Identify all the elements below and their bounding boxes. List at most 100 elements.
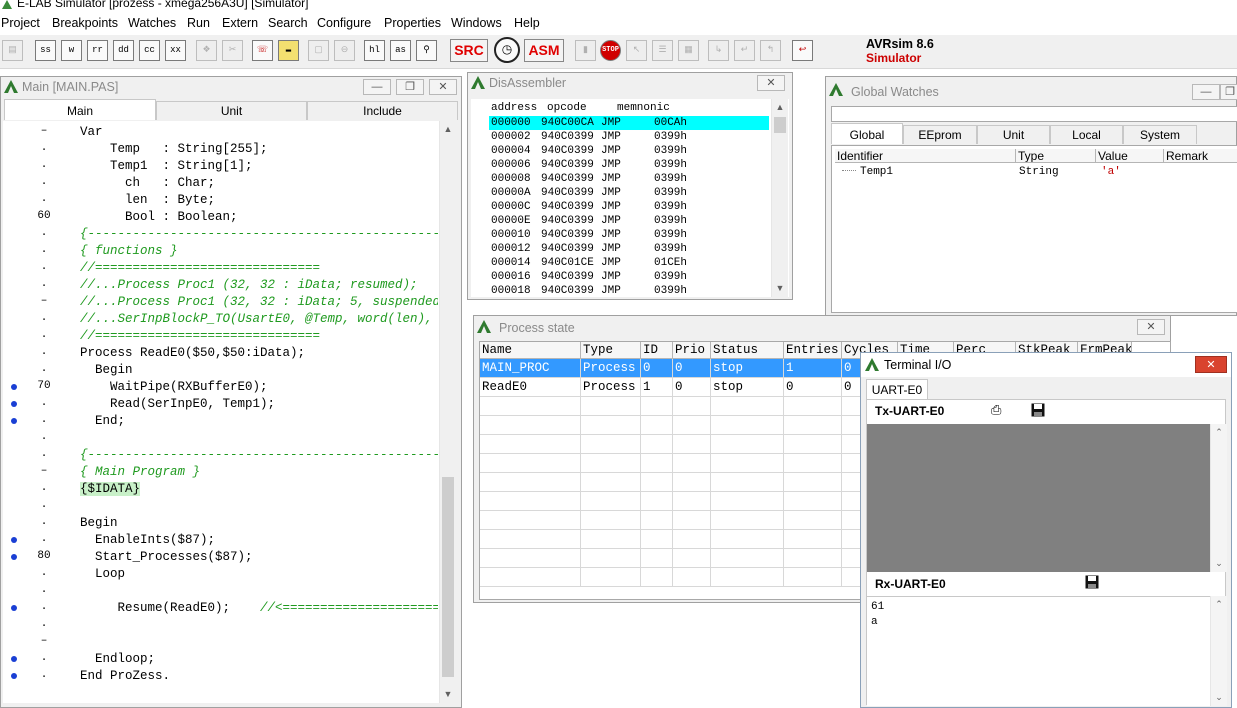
code-line[interactable]: //...Process Proc1 (32, 32 : iData; resu… [80, 277, 438, 294]
process-cell[interactable]: 0 [641, 359, 673, 378]
code-line[interactable]: { functions } [80, 243, 438, 260]
breakpoint-icon[interactable] [11, 537, 17, 543]
printer-icon[interactable]: ⎙ [991, 402, 1001, 418]
code-line[interactable]: Process ReadE0($50,$50:iData); [80, 345, 438, 362]
as-tool-icon[interactable]: as [390, 40, 411, 61]
gutter-line[interactable]: . [3, 277, 77, 294]
menu-watches[interactable]: Watches [128, 16, 176, 30]
gutter-line[interactable]: . [3, 566, 77, 583]
gutter-line[interactable]: . [3, 498, 77, 515]
save-icon[interactable] [1031, 403, 1045, 417]
gutter-line[interactable]: 60 [3, 209, 77, 226]
disassembler-row[interactable]: 000010 940C0399 JMP 0399h [489, 228, 769, 242]
gutter-line[interactable]: . [3, 413, 77, 430]
breakpoint-icon[interactable] [11, 418, 17, 424]
code-line[interactable]: //...Process Proc1 (32, 32 : iData; 5, s… [80, 294, 438, 311]
code-line[interactable]: Loop [80, 566, 438, 583]
process-cell[interactable]: stop [711, 378, 784, 397]
code-line[interactable] [80, 430, 438, 447]
rx-scrollbar[interactable]: ⌃ ⌄ [1210, 596, 1227, 706]
gutter-line[interactable]: . [3, 243, 77, 260]
code-line[interactable]: EnableInts($87); [80, 532, 438, 549]
watches-minimize-button[interactable]: — [1192, 84, 1220, 100]
menu-run[interactable]: Run [187, 16, 210, 30]
scroll-thumb[interactable] [774, 117, 786, 133]
rx-terminal-area[interactable]: 61 a [867, 596, 1210, 706]
scroll-down-icon[interactable]: ▼ [440, 686, 456, 702]
step-out-icon[interactable]: ↰ [760, 40, 781, 61]
step-into-icon[interactable]: ↳ [708, 40, 729, 61]
scroll-up-icon[interactable]: ▲ [772, 99, 788, 115]
minimize-button[interactable]: — [363, 79, 391, 95]
menu-windows[interactable]: Windows [451, 16, 502, 30]
code-line[interactable]: { Main Program } [80, 464, 438, 481]
clock-icon[interactable]: ◷ [494, 37, 520, 63]
disassembler-row[interactable]: 00000A 940C0399 JMP 0399h [489, 186, 769, 200]
code-line[interactable]: WaitPipe(RXBufferE0); [80, 379, 438, 396]
gutter-line[interactable]: . [3, 515, 77, 532]
dd-button[interactable]: dd [113, 40, 134, 61]
gutter-line[interactable]: . [3, 328, 77, 345]
scroll-down-icon[interactable]: ⌄ [1211, 689, 1227, 705]
process-cell[interactable]: 0 [673, 359, 711, 378]
tab-unit[interactable]: Unit [977, 125, 1050, 144]
gutter-line[interactable]: 70 [3, 379, 77, 396]
gutter-line[interactable]: . [3, 532, 77, 549]
process-cell[interactable]: 0 [784, 378, 842, 397]
scroll-down-icon[interactable]: ⌄ [1211, 555, 1227, 571]
gutter-line[interactable]: . [3, 260, 77, 277]
tab-unit[interactable]: Unit [156, 101, 307, 120]
gutter-line[interactable]: . [3, 651, 77, 668]
code-line[interactable] [80, 634, 438, 651]
disassembler-close-button[interactable]: ✕ [757, 75, 785, 91]
process-header-id[interactable]: ID [641, 342, 673, 359]
gutter-line[interactable]: – [3, 124, 77, 141]
gutter-line[interactable]: – [3, 294, 77, 311]
tab-main[interactable]: Main [4, 99, 156, 120]
process-close-button[interactable]: ✕ [1137, 319, 1165, 335]
step-over-icon[interactable]: ↵ [734, 40, 755, 61]
gutter-line[interactable]: . [3, 175, 77, 192]
code-line[interactable]: //...SerInpBlockP_TO(UsartE0, @Temp, wor… [80, 311, 438, 328]
w-button[interactable]: w [61, 40, 82, 61]
code-line[interactable]: ch : Char; [80, 175, 438, 192]
disassembler-row[interactable]: 000006 940C0399 JMP 0399h [489, 158, 769, 172]
scroll-thumb[interactable] [442, 477, 454, 677]
breakpoint-icon[interactable] [11, 401, 17, 407]
process-header-prio[interactable]: Prio [673, 342, 711, 359]
disassembler-list[interactable]: address opcode memnonic ▲ ▼ 000000 940C00… [471, 99, 789, 297]
list-icon[interactable]: ☰ [652, 40, 673, 61]
gutter-line[interactable]: . [3, 668, 77, 685]
process-cell[interactable]: 1 [784, 359, 842, 378]
code-line[interactable]: Resume(ReadE0); //<=====================… [80, 600, 439, 617]
code-line[interactable]: Bool : Boolean; [80, 209, 438, 226]
code-line[interactable]: Begin [80, 362, 438, 379]
code-line[interactable] [80, 583, 438, 600]
process-cell[interactable]: Process [581, 359, 641, 378]
gutter-line[interactable]: . [3, 226, 77, 243]
stop-icon[interactable]: STOP [600, 40, 621, 61]
asm-button[interactable]: ASM [524, 39, 564, 62]
code-line[interactable]: Begin [80, 515, 438, 532]
menu-help[interactable]: Help [514, 16, 540, 30]
gutter-line[interactable]: . [3, 617, 77, 634]
rr-button[interactable]: rr [87, 40, 108, 61]
minus-icon[interactable]: ⊖ [334, 40, 355, 61]
gutter-line[interactable]: . [3, 158, 77, 175]
menu-configure[interactable]: Configure [317, 16, 371, 30]
code-line[interactable]: Temp1 : String[1]; [80, 158, 438, 175]
process-cell[interactable]: 0 [673, 378, 711, 397]
tab-system[interactable]: System [1123, 125, 1197, 144]
code-line[interactable]: Temp : String[255]; [80, 141, 438, 158]
disassembler-row[interactable]: 00000E 940C0399 JMP 0399h [489, 214, 769, 228]
code-line[interactable]: Read(SerInpE0, Temp1); [80, 396, 438, 413]
disassembler-row[interactable]: 000018 940C0399 JMP 0399h [489, 284, 769, 298]
grid-icon[interactable]: ▦ [678, 40, 699, 61]
xx-button[interactable]: xx [165, 40, 186, 61]
gutter-line[interactable]: . [3, 362, 77, 379]
src-button[interactable]: SRC [450, 39, 488, 62]
disassembler-row[interactable]: 000014 940C01CE JMP 01CEh [489, 256, 769, 270]
gutter-line[interactable]: . [3, 311, 77, 328]
hl-tool-icon[interactable]: hl [364, 40, 385, 61]
terminal-close-button[interactable]: ✕ [1195, 356, 1227, 373]
